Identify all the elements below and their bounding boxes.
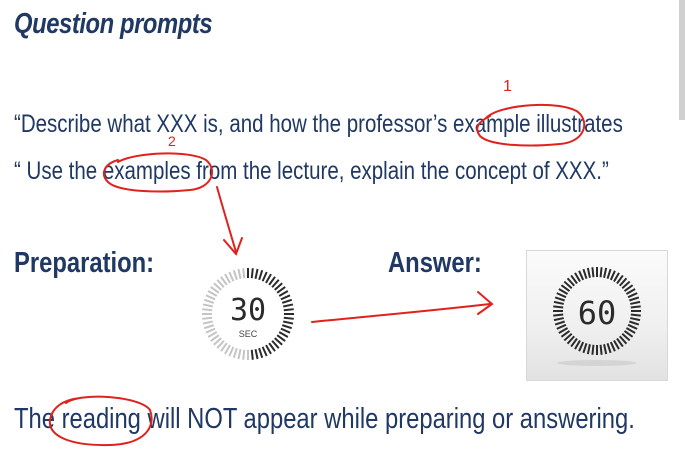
timer-tick [627, 323, 638, 330]
timer-tick [603, 344, 608, 355]
timer-tick [232, 269, 238, 281]
timer-tick [553, 300, 564, 305]
timer-tick [554, 320, 565, 326]
timer-tick [265, 344, 272, 355]
timer-tick [609, 341, 616, 352]
preparation-timer-icon: 30 SEC [202, 268, 294, 360]
timer-tick [630, 317, 641, 322]
timer-tick [553, 313, 564, 317]
timer-tick [202, 316, 213, 320]
timer-tick [224, 344, 231, 355]
timer-tick [237, 349, 242, 360]
timer-tick [553, 305, 564, 309]
timer-tick [258, 347, 264, 359]
timer-tick [232, 347, 238, 359]
timer-tick [627, 292, 638, 299]
timer-tick [254, 349, 259, 360]
timer-tick [630, 305, 641, 309]
preparation-label: Preparation: [14, 247, 155, 279]
preparation-timer-value: 30 [230, 293, 266, 328]
ink-annotations: 1 2 [48, 78, 586, 447]
timer-tick [202, 320, 213, 325]
prompt-use-examples: “ Use the examples from the lecture, exp… [14, 157, 609, 185]
arrow-to-timer [216, 186, 237, 253]
timer-tick [591, 344, 595, 355]
timer-tick [556, 323, 567, 330]
timer-tick [261, 346, 268, 357]
arrow-to-answer [311, 303, 491, 323]
answer-label: Answer: [388, 247, 482, 279]
timer-tick [250, 349, 254, 360]
timer-tick [586, 344, 591, 355]
timer-tick [556, 292, 567, 299]
timer-tick [606, 343, 612, 354]
timer-tick [283, 308, 294, 312]
timer-tick [599, 344, 603, 355]
timer-tick [207, 290, 218, 297]
timer-tick [280, 327, 291, 334]
timer-tick [630, 313, 641, 317]
scrollbar[interactable] [679, 0, 685, 120]
timer-tick [224, 273, 231, 284]
answer-timer-value: 60 [578, 294, 617, 332]
timer-tick [553, 317, 564, 322]
timer-tick [603, 267, 608, 278]
timer-tick [207, 331, 218, 338]
ink-mark-1: 1 [503, 78, 512, 95]
timer-tick [586, 267, 591, 278]
timer-tick [280, 294, 291, 301]
timer-tick [278, 290, 289, 297]
timer-tick [205, 327, 216, 334]
timer-tick [265, 273, 272, 284]
timer-tick [606, 268, 612, 279]
timer-tick [228, 271, 235, 282]
timer-tick [582, 268, 588, 279]
timer-tick [254, 268, 259, 279]
timer-tick [281, 324, 293, 330]
timer-tick [242, 349, 246, 360]
arrow-head-timer [223, 237, 243, 256]
timer-tick [202, 308, 213, 312]
timer-tick [237, 268, 242, 279]
timer-tick [629, 320, 640, 326]
timer-tick [250, 268, 254, 279]
timer-tick [591, 267, 595, 278]
timer-tick [609, 270, 616, 281]
reading-notice: The reading will NOT appear while prepar… [14, 403, 635, 435]
timer-tick [203, 324, 215, 330]
timer-tick [630, 300, 641, 305]
answer-timer-image: 60 [526, 250, 668, 381]
slide-title: Question prompts [14, 8, 213, 40]
timer-tick [281, 298, 293, 304]
timer-tick [202, 303, 213, 308]
timer-tick [578, 341, 585, 352]
timer-tick [283, 303, 294, 308]
timer-tick [228, 346, 235, 357]
answer-timer-icon: 60 [553, 267, 641, 366]
timer-tick [205, 294, 216, 301]
timer-tick [278, 331, 289, 338]
timer-tick [599, 267, 603, 278]
arrow-head-answer [477, 291, 494, 315]
timer-tick [582, 343, 588, 354]
timer-tick [554, 296, 565, 302]
preparation-timer-unit: SEC [239, 329, 258, 339]
prompt-describe: “Describe what XXX is, and how the profe… [14, 110, 623, 138]
timer-tick [629, 296, 640, 302]
timer-tick [261, 271, 268, 282]
timer-tick [203, 298, 215, 304]
timer-tick [578, 270, 585, 281]
timer-tick [283, 320, 294, 325]
timer-tick [242, 268, 246, 279]
timer-tick [258, 269, 264, 281]
timer-tick [283, 316, 294, 320]
